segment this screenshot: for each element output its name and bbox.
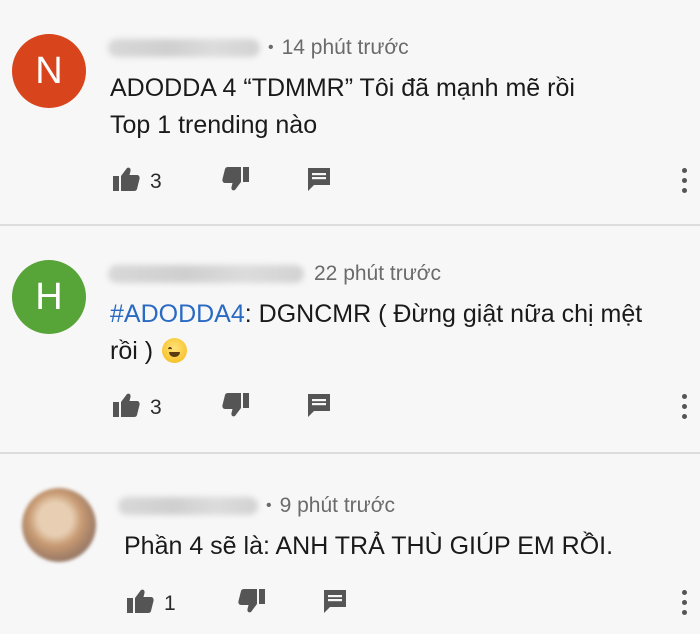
comment-time[interactable]: 14 phút trước — [282, 36, 409, 60]
separator-dot: • — [266, 497, 272, 514]
reply-icon[interactable] — [322, 588, 348, 619]
comment-actions: 3 — [112, 392, 332, 423]
reply-icon[interactable] — [306, 392, 332, 423]
like-icon[interactable] — [112, 166, 140, 197]
like-count: 1 — [164, 591, 176, 615]
comment-item: N • 14 phút trước ADODDA 4 “TDMMR” Tôi đ… — [0, 0, 700, 224]
comment-item: • 9 phút trước Phần 4 sẽ là: ANH TRẢ THÙ… — [0, 454, 700, 634]
avatar-letter: H — [35, 275, 63, 318]
comment-line-text: rồi ) — [110, 337, 160, 365]
more-options-icon[interactable] — [682, 394, 688, 419]
avatar-letter: N — [35, 49, 63, 92]
reply-icon[interactable] — [306, 166, 332, 197]
avatar[interactable]: H — [12, 260, 86, 334]
comment-line-rest: : DGNCMR ( Đừng giật nữa chị mệt — [244, 300, 643, 328]
author-name-blurred[interactable] — [108, 265, 304, 283]
hashtag-link[interactable]: #ADODDA4 — [110, 300, 245, 328]
avatar[interactable] — [22, 488, 96, 562]
comment-text: Phần 4 sẽ là: ANH TRẢ THÙ GIÚP EM RỒI. — [124, 528, 613, 565]
comment-line: Top 1 trending nào — [110, 111, 318, 139]
like-icon[interactable] — [126, 588, 154, 619]
separator-dot: • — [268, 39, 274, 56]
like-count: 3 — [150, 395, 162, 419]
comment-meta: 22 phút trước — [108, 262, 441, 286]
comment-actions: 3 — [112, 166, 332, 197]
comment-meta: • 9 phút trước — [118, 494, 395, 518]
comment-text: #ADODDA4: DGNCMR ( Đừng giật nữa chị mệt… — [110, 296, 642, 370]
comment-actions: 1 — [126, 588, 348, 619]
like-icon[interactable] — [112, 392, 140, 423]
like-count: 3 — [150, 169, 162, 193]
more-options-icon[interactable] — [682, 168, 688, 193]
author-name-blurred[interactable] — [118, 497, 258, 515]
avatar[interactable]: N — [12, 34, 86, 108]
comment-line: #ADODDA4: DGNCMR ( Đừng giật nữa chị mệt — [110, 296, 642, 333]
dislike-icon[interactable] — [238, 588, 266, 619]
comment-time[interactable]: 22 phút trước — [314, 262, 441, 286]
comment-text: ADODDA 4 “TDMMR” Tôi đã mạnh mẽ rồi Top … — [110, 70, 575, 144]
comment-time[interactable]: 9 phút trước — [280, 494, 395, 518]
author-name-blurred[interactable] — [108, 39, 260, 57]
sweat-smile-emoji — [162, 338, 187, 363]
comment-line: Phần 4 sẽ là: ANH TRẢ THÙ GIÚP EM RỒI. — [124, 532, 614, 560]
comment-meta: • 14 phút trước — [108, 36, 409, 60]
dislike-icon[interactable] — [222, 392, 250, 423]
comment-line: ADODDA 4 “TDMMR” Tôi đã mạnh mẽ rồi — [110, 74, 575, 102]
dislike-icon[interactable] — [222, 166, 250, 197]
more-options-icon[interactable] — [682, 590, 688, 615]
comment-item: H 22 phút trước #ADODDA4: DGNCMR ( Đừng … — [0, 226, 700, 452]
comment-line: rồi ) — [110, 333, 642, 370]
